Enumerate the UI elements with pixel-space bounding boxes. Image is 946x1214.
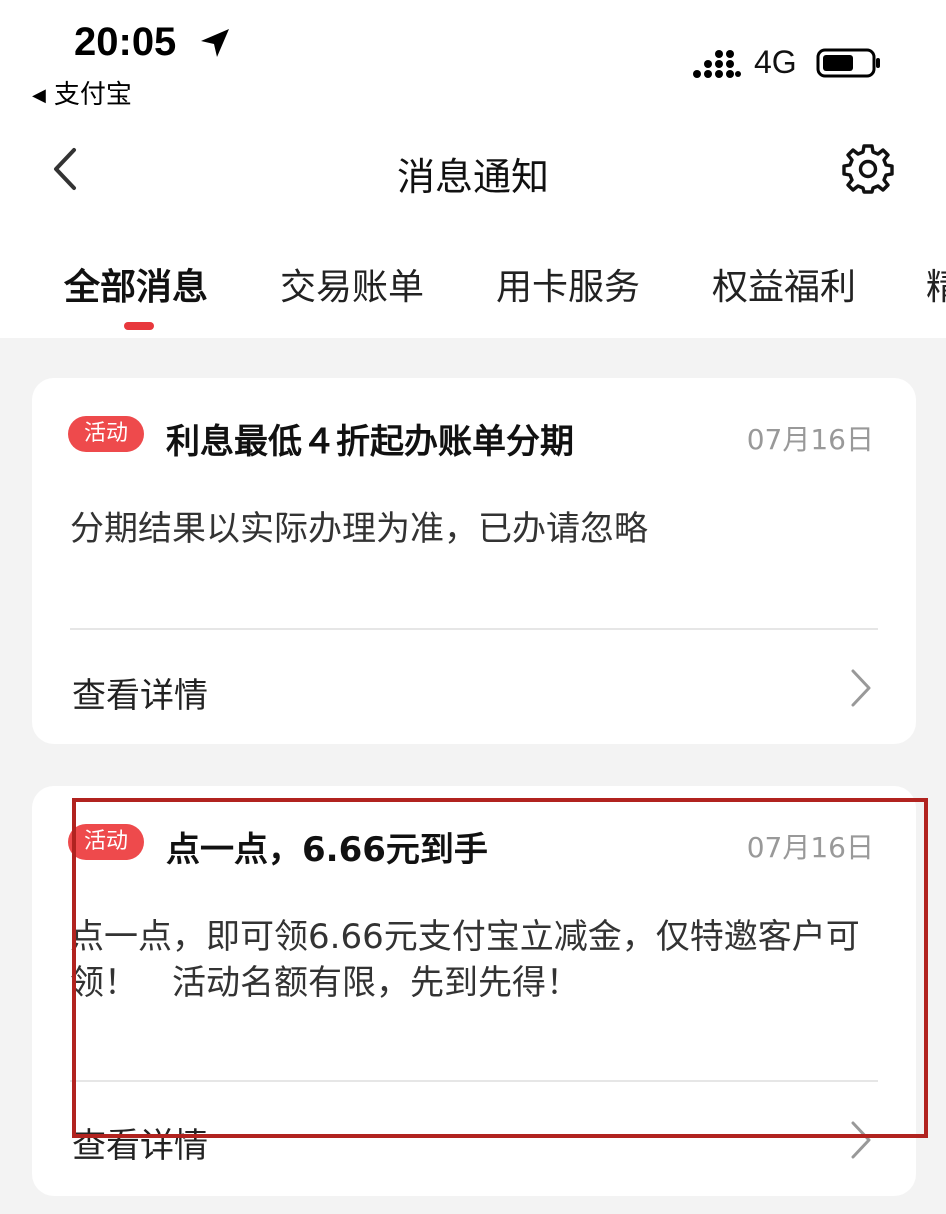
network-type: 4G [754,44,797,80]
back-app-label: 支付宝 [53,80,132,110]
message-date: 07月16日 [746,423,874,456]
chevron-right-icon[interactable] [848,668,874,708]
tab-all-messages[interactable]: 全部消息 [64,258,208,310]
active-tab-indicator [124,322,154,330]
message-body: 分期结果以实际办理为准，已办请忽略 [70,509,648,549]
back-triangle-icon: ◀ [32,85,46,106]
header-area: 20:05 ◀ 支付宝 4G 消息通知 全部消息 交易账单 用卡服务 权益福利 精 [0,0,946,338]
status-time: 20:05 [74,20,177,64]
signal-icon [693,50,741,78]
page-title: 消息通知 [396,155,549,199]
message-card[interactable]: 活动 利息最低４折起办账单分期 07月16日 分期结果以实际办理为准，已办请忽略… [32,378,916,744]
message-title: 利息最低４折起办账单分期 [166,422,574,462]
view-details-link[interactable]: 查看详情 [72,668,208,717]
gear-icon[interactable] [842,142,894,194]
activity-badge: 活动 [68,416,144,452]
battery-icon [816,48,880,78]
annotation-highlight-box [72,798,928,1138]
tab-benefits[interactable]: 权益福利 [712,258,856,310]
tab-card-services[interactable]: 用卡服务 [496,258,640,310]
card-divider [70,628,878,630]
back-to-app-link[interactable]: ◀ 支付宝 [32,74,132,111]
tab-transactions[interactable]: 交易账单 [280,258,424,310]
tab-more[interactable]: 精 [926,258,946,310]
location-arrow-icon [201,29,229,57]
tab-bar: 全部消息 交易账单 用卡服务 权益福利 精 [0,258,946,338]
